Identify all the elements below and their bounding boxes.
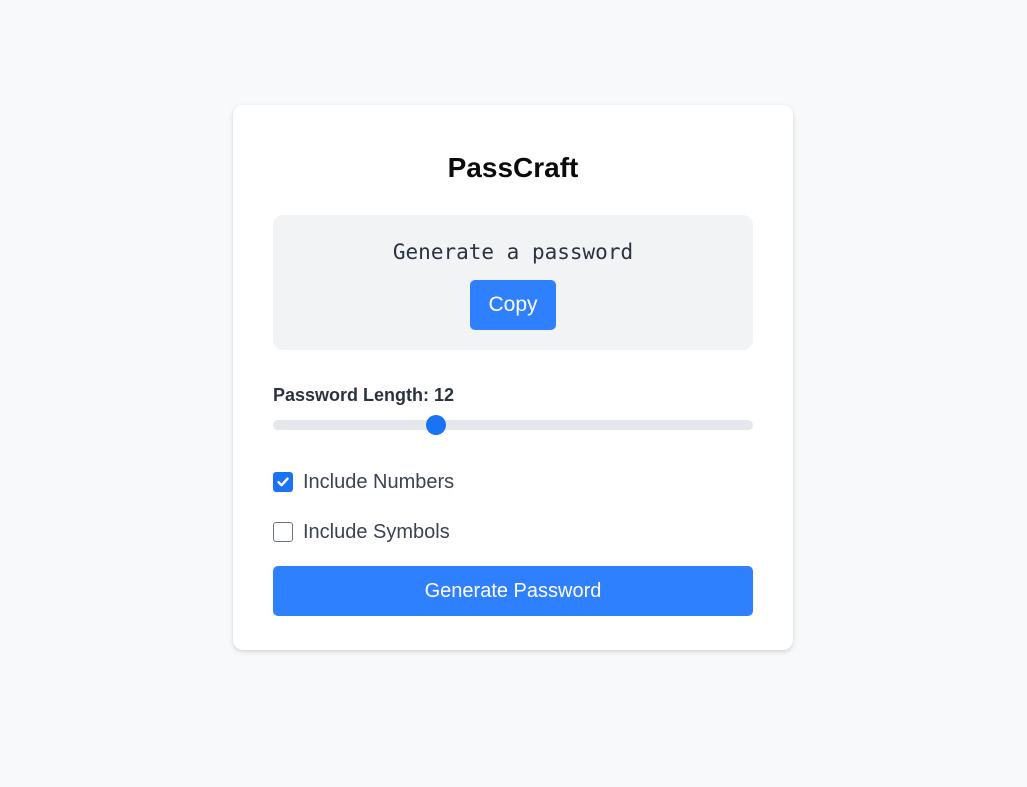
slider-track[interactable] xyxy=(273,420,753,430)
copy-button[interactable]: Copy xyxy=(470,280,556,330)
password-output-box: Generate a password Copy xyxy=(273,215,753,350)
include-numbers-checkbox[interactable] xyxy=(273,472,293,492)
password-length-label: Password Length: 12 xyxy=(273,384,753,406)
length-value: 12 xyxy=(434,385,455,405)
password-length-slider[interactable] xyxy=(273,415,753,435)
include-symbols-option[interactable]: Include Symbols xyxy=(273,521,753,543)
app-title: PassCraft xyxy=(447,152,579,183)
password-output: Generate a password xyxy=(392,240,634,264)
include-numbers-label: Include Numbers xyxy=(303,470,455,493)
include-numbers-option[interactable]: Include Numbers xyxy=(273,471,753,493)
length-label-text: Password Length: xyxy=(273,385,435,405)
include-symbols-checkbox[interactable] xyxy=(273,522,293,542)
slider-thumb[interactable] xyxy=(426,415,447,435)
include-symbols-label: Include Symbols xyxy=(303,520,450,543)
generate-password-button[interactable]: Generate Password xyxy=(273,566,753,616)
check-icon xyxy=(277,477,289,487)
password-generator-card: PassCraft Generate a password Copy Passw… xyxy=(233,105,793,650)
